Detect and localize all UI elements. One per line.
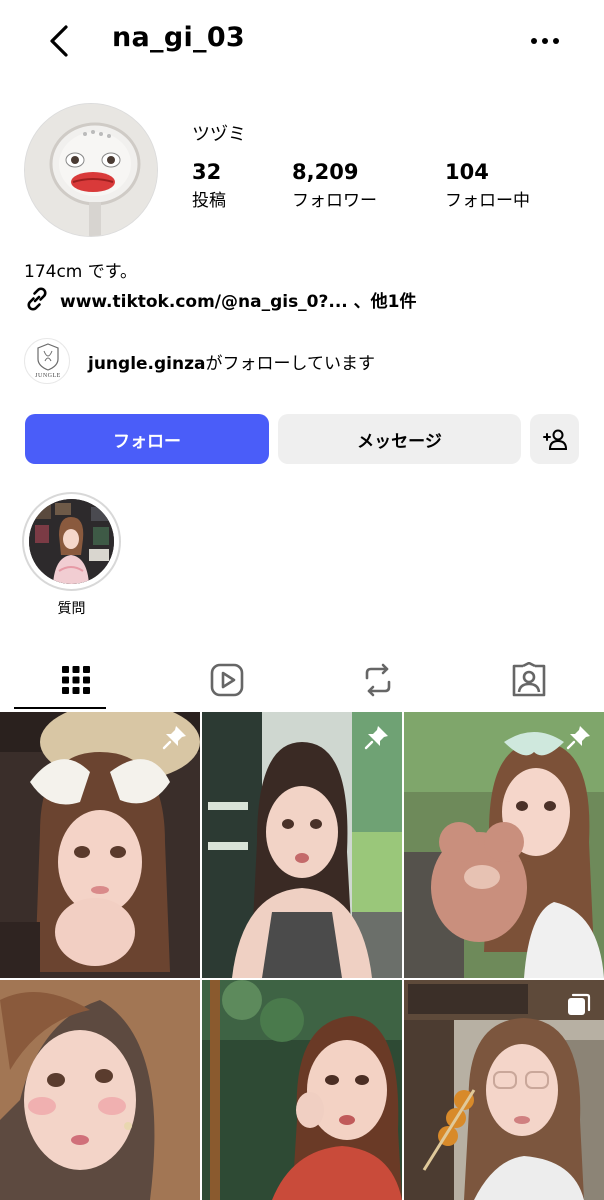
pin-icon bbox=[364, 726, 388, 750]
followers-count[interactable]: 8,209 フォロワー bbox=[292, 160, 377, 211]
highlight-image bbox=[29, 499, 114, 584]
posts-count-label: 投稿 bbox=[192, 191, 226, 211]
story-highlight[interactable] bbox=[22, 492, 121, 591]
followers-count-label: フォロワー bbox=[292, 191, 377, 211]
posts-count[interactable]: 32 投稿 bbox=[192, 160, 226, 211]
more-icon bbox=[531, 38, 559, 44]
follow-button[interactable]: フォロー bbox=[25, 414, 269, 464]
avatar[interactable] bbox=[24, 103, 158, 237]
mutual-followers[interactable]: JUNGLE jungle.ginzaがフォローしています bbox=[24, 338, 375, 384]
posts-grid bbox=[0, 712, 604, 1200]
pin-icon bbox=[566, 726, 590, 750]
profile-tabs bbox=[0, 650, 604, 710]
back-button[interactable] bbox=[38, 20, 80, 62]
post-thumbnail[interactable] bbox=[0, 980, 200, 1200]
pin-icon bbox=[162, 726, 186, 750]
message-button[interactable]: メッセージ bbox=[278, 414, 521, 464]
reposts-icon bbox=[365, 663, 390, 697]
following-count[interactable]: 104 フォロー中 bbox=[445, 160, 530, 211]
highlight-label: 質問 bbox=[57, 601, 86, 617]
mutual-logo-text: JUNGLE bbox=[35, 373, 61, 379]
post-thumbnail[interactable] bbox=[0, 712, 200, 978]
post-image bbox=[404, 712, 604, 978]
profile-header: na_gi_03 bbox=[0, 0, 604, 84]
post-image bbox=[0, 980, 200, 1200]
post-image bbox=[202, 980, 402, 1200]
reels-icon bbox=[210, 663, 243, 697]
tab-posts[interactable] bbox=[0, 650, 151, 710]
mutual-follower-avatar[interactable]: JUNGLE bbox=[24, 338, 70, 384]
more-options-button[interactable] bbox=[524, 22, 566, 60]
add-user-icon bbox=[542, 429, 567, 450]
mutual-suffix: がフォローしています bbox=[205, 353, 375, 374]
active-tab-indicator bbox=[14, 707, 106, 709]
mutual-account-name: jungle.ginza bbox=[88, 353, 206, 374]
tagged-icon bbox=[512, 662, 545, 697]
posts-count-value: 32 bbox=[192, 160, 222, 184]
tab-tagged[interactable] bbox=[453, 650, 604, 710]
post-thumbnail[interactable] bbox=[202, 712, 402, 978]
carousel-icon bbox=[568, 993, 591, 1015]
display-name: ツヅミ bbox=[192, 124, 246, 145]
tab-reposts[interactable] bbox=[302, 650, 453, 710]
post-thumbnail[interactable] bbox=[404, 712, 604, 978]
grid-icon bbox=[61, 666, 90, 694]
post-thumbnail[interactable] bbox=[202, 980, 402, 1200]
post-image bbox=[202, 712, 402, 978]
post-image bbox=[0, 712, 200, 978]
tab-reels[interactable] bbox=[151, 650, 302, 710]
page-title: na_gi_03 bbox=[112, 22, 245, 53]
chevron-left-icon bbox=[50, 25, 68, 57]
bio-link[interactable]: www.tiktok.com/@na_gis_0?... 、他1件 bbox=[24, 285, 417, 313]
suggest-users-button[interactable] bbox=[530, 414, 579, 464]
bio-link-text[interactable]: www.tiktok.com/@na_gis_0?... 、他1件 bbox=[60, 287, 417, 312]
link-icon bbox=[27, 287, 47, 311]
followers-count-value: 8,209 bbox=[292, 160, 359, 184]
following-count-label: フォロー中 bbox=[445, 191, 530, 211]
bio-text: 174cm です。 bbox=[24, 262, 138, 282]
post-thumbnail[interactable] bbox=[404, 980, 604, 1200]
highlight-cover bbox=[29, 499, 114, 584]
avatar-image bbox=[25, 104, 157, 236]
mutual-followers-text: jungle.ginzaがフォローしています bbox=[88, 349, 375, 374]
following-count-value: 104 bbox=[445, 160, 489, 184]
